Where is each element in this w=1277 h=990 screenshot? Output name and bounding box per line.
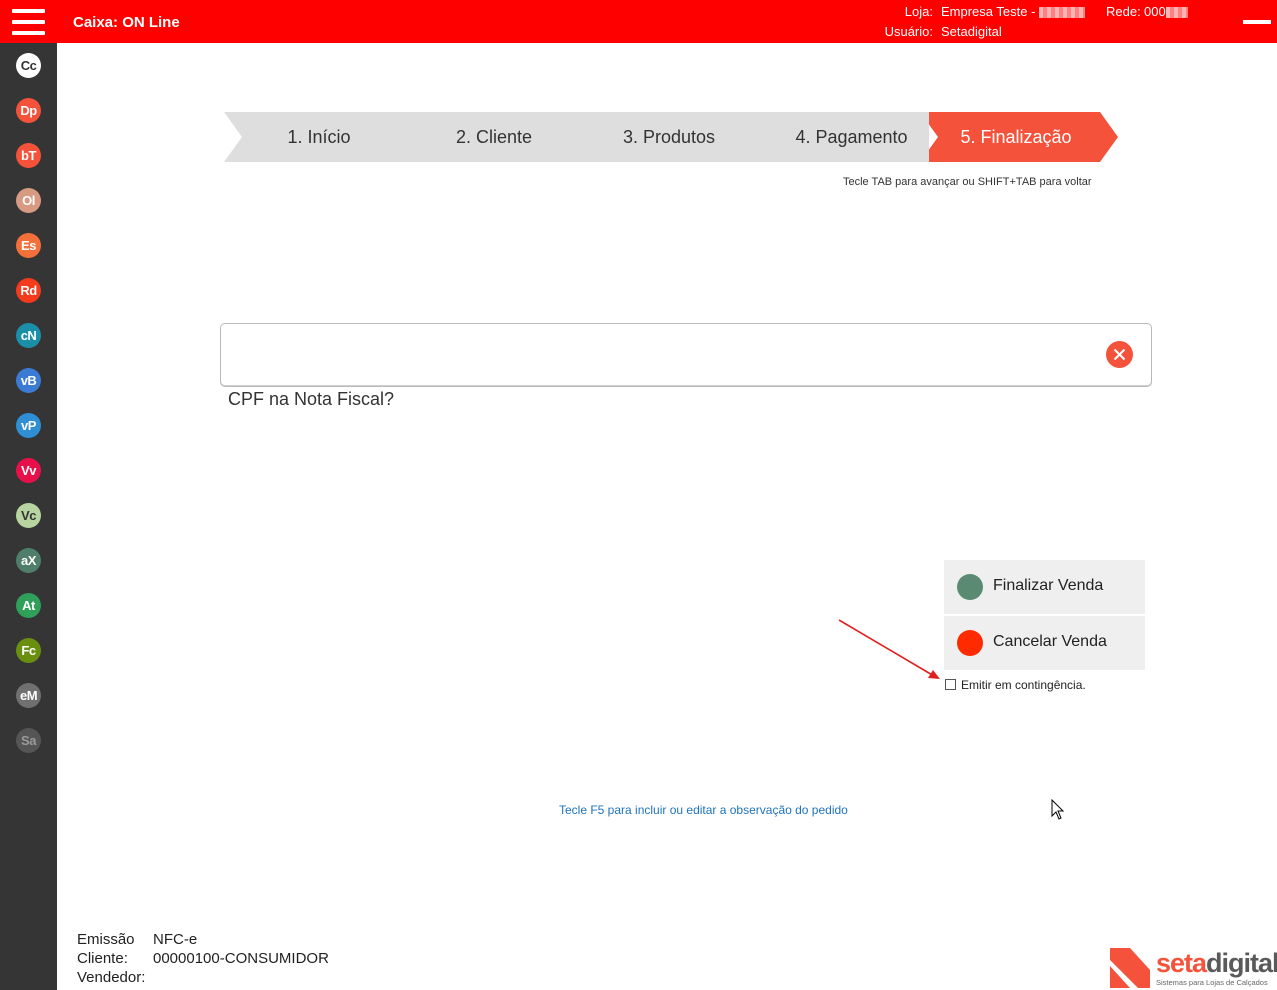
sidebar-item-em[interactable]: eM [16,683,41,708]
finalizar-venda-button[interactable]: Finalizar Venda [944,560,1145,614]
close-icon [1113,348,1126,361]
sidebar-item-ax[interactable]: aX [16,548,41,573]
top-bar: Caixa: ON Line Loja: Empresa Teste - Red… [0,0,1277,43]
sidebar-item-ol[interactable]: Ol [16,188,41,213]
sidebar-item-cc[interactable]: Cc [16,53,41,78]
sidebar-item-cn[interactable]: cN [16,323,41,348]
step-inicio[interactable]: 1. Início [254,112,384,162]
cpf-input[interactable] [231,336,1091,374]
cpf-field-container [220,323,1152,387]
minimize-icon[interactable] [1243,20,1271,24]
sidebar-item-at[interactable]: At [16,593,41,618]
f5-observation-hint[interactable]: Tecle F5 para incluir ou editar a observ… [559,803,848,817]
sidebar-item-vp[interactable]: vP [16,413,41,438]
sidebar-item-sa[interactable]: Sa [16,728,41,753]
sidebar-item-bt[interactable]: bT [16,143,41,168]
steps-hint: Tecle TAB para avançar ou SHIFT+TAB para… [843,176,1092,188]
contingencia-label[interactable]: Emitir em contingência. [961,678,1086,692]
step-cliente[interactable]: 2. Cliente [429,112,559,162]
clear-cpf-button[interactable] [1106,341,1133,368]
contingencia-checkbox[interactable] [945,679,956,690]
sidebar-item-vb[interactable]: vB [16,368,41,393]
sidebar-item-vv[interactable]: Vv [16,458,41,483]
store-info: Loja: Empresa Teste - Rede: 000 Usuário:… [873,2,1253,42]
step-pagamento[interactable]: 4. Pagamento [774,112,929,162]
sidebar: Cc Dp bT Ol Es Rd cN vB vP Vv Vc aX At Fc eM Sa [0,43,57,990]
sidebar-item-rd[interactable]: Rd [16,278,41,303]
cancelar-venda-button[interactable]: Cancelar Venda [944,616,1145,670]
sidebar-item-es[interactable]: Es [16,233,41,258]
vendedor-label: Vendedor: [77,969,146,986]
cpf-label: CPF na Nota Fiscal? [228,389,395,409]
loja-label: Loja: [904,4,933,19]
logo-wordmark: setadigital [1156,948,1277,978]
mouse-cursor-icon [1051,799,1065,820]
usuario-value: Setadigital [941,24,1002,39]
loja-value: Empresa Teste - [941,2,1086,22]
setadigital-logo: setadigital Sistemas para Lojas de Calça… [1110,948,1277,988]
cliente-value: 00000100-CONSUMIDOR [153,950,329,967]
menu-icon[interactable] [12,9,45,35]
annotation-arrow-icon [838,619,940,679]
logo-subtitle: Sistemas para Lojas de Calçados [1156,978,1268,987]
finalizar-venda-label: Finalizar Venda [993,577,1104,594]
rede-label: Rede: [1106,4,1141,19]
logo-mark-icon [1110,948,1150,988]
emissao-value: NFC-e [153,931,198,948]
cancelar-venda-label: Cancelar Venda [993,633,1107,650]
sidebar-item-fc[interactable]: Fc [16,638,41,663]
emissao-label: Emissão [77,931,135,948]
sidebar-item-vc[interactable]: Vc [16,503,41,528]
step-produtos[interactable]: 3. Produtos [604,112,734,162]
sidebar-item-dp[interactable]: Dp [16,98,41,123]
cancelar-dot-icon [957,630,983,656]
finalizar-dot-icon [957,574,983,600]
usuario-label: Usuário: [884,24,933,39]
cliente-label: Cliente: [77,950,128,967]
step-finalizacao[interactable]: 5. Finalização [946,112,1086,162]
rede-value: 000 [1144,2,1188,22]
app-title: Caixa: ON Line [73,14,180,31]
